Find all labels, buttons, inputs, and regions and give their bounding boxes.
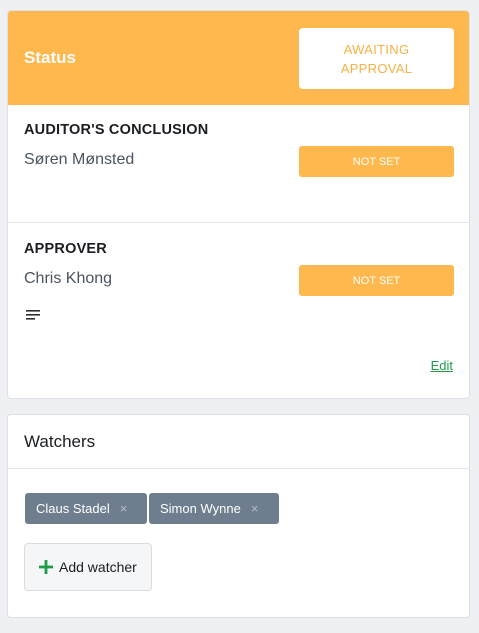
auditor-conclusion-badge[interactable]: NOT SET [299, 146, 454, 177]
watcher-name: Claus Stadel [36, 501, 110, 516]
status-title: Status [24, 48, 76, 67]
watcher-tag: Simon Wynne × [149, 493, 279, 524]
watcher-tag: Claus Stadel × [25, 493, 147, 524]
approver-section-title: APPROVER [24, 241, 107, 257]
approver-badge[interactable]: NOT SET [299, 265, 454, 296]
watcher-name: Simon Wynne [160, 501, 241, 516]
add-watcher-button[interactable]: Add watcher [24, 543, 152, 591]
watchers-card: Watchers Claus Stadel × Simon Wynne × Ad… [7, 414, 470, 618]
watchers-title: Watchers [24, 432, 96, 451]
remove-watcher-icon[interactable]: × [251, 501, 259, 516]
auditor-section-title: AUDITOR'S CONCLUSION [24, 122, 209, 138]
plus-icon [39, 560, 53, 574]
status-card: Status AWAITING APPROVAL AUDITOR'S CONCL… [7, 10, 470, 399]
approver-name: Chris Khong [24, 270, 113, 287]
section-divider [8, 222, 469, 223]
remove-watcher-icon[interactable]: × [120, 501, 128, 516]
watchers-divider [8, 468, 469, 469]
auditor-name: Søren Mønsted [24, 151, 135, 168]
status-button[interactable]: AWAITING APPROVAL [299, 28, 454, 89]
status-header: Status AWAITING APPROVAL [8, 11, 469, 105]
lines-icon[interactable] [26, 310, 40, 320]
add-watcher-label: Add watcher [59, 559, 137, 575]
edit-link[interactable]: Edit [431, 358, 453, 373]
